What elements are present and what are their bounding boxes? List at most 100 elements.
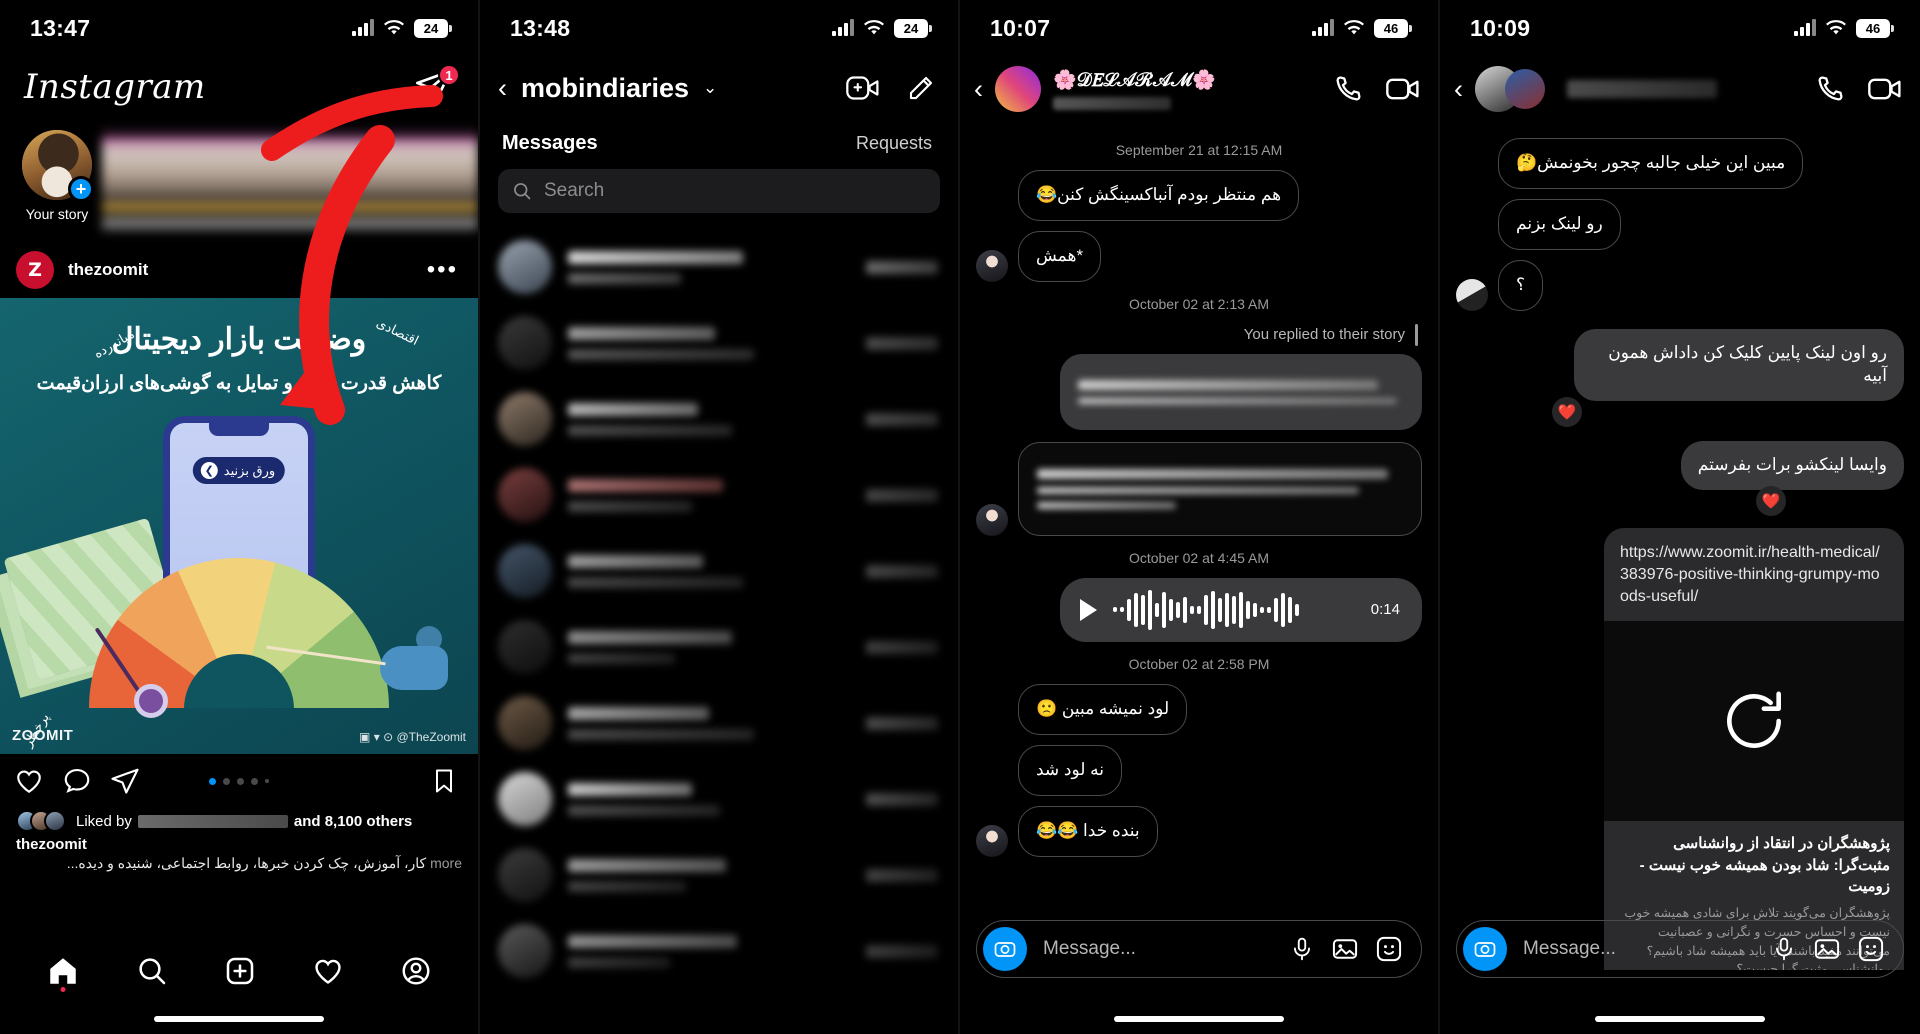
stories-tray[interactable]: + Your story: [0, 118, 478, 242]
list-item[interactable]: [480, 913, 958, 989]
play-icon[interactable]: [1080, 598, 1097, 621]
list-item[interactable]: [480, 457, 958, 533]
list-item[interactable]: [480, 229, 958, 305]
link-preview-card[interactable]: https://www.zoomit.ir/health-medical/383…: [1604, 527, 1904, 970]
tab-home[interactable]: [46, 954, 80, 992]
list-item[interactable]: [480, 381, 958, 457]
caption-more-link[interactable]: more: [430, 855, 462, 871]
new-message-icon[interactable]: [906, 73, 936, 103]
your-story[interactable]: + Your story: [14, 124, 100, 222]
stories-blurred-strip[interactable]: [102, 128, 478, 232]
chat-contact-name[interactable]: 🌸𝒟𝐸ℒ𝒜ℛ𝒜ℳ🌸: [1053, 70, 1216, 91]
instagram-header: Instagram 1: [0, 56, 478, 118]
message-bubble[interactable]: ؟: [1498, 259, 1544, 311]
message-reaction[interactable]: ❤️: [1756, 485, 1786, 516]
chat-message-list[interactable]: مبین این خیلی جالبه چجور بخونمش🤔 رو لینک…: [1440, 122, 1920, 970]
wifi-icon: [1825, 20, 1847, 36]
message-bubble-blurred[interactable]: [1018, 441, 1422, 536]
list-item[interactable]: [480, 533, 958, 609]
post-avatar[interactable]: Z: [16, 251, 54, 289]
back-button[interactable]: ‹: [974, 75, 983, 103]
phone-call-icon[interactable]: [1814, 73, 1846, 105]
phone-call-icon[interactable]: [1332, 73, 1364, 105]
group-avatars[interactable]: [1475, 66, 1545, 112]
message-bubble[interactable]: رو لینک بزنم: [1498, 198, 1621, 250]
message-bubble-blurred[interactable]: [1060, 353, 1422, 430]
activity-heart-icon[interactable]: [312, 955, 344, 987]
post-username[interactable]: thezoomit: [68, 260, 413, 280]
tab-messages[interactable]: Messages: [502, 132, 598, 155]
swipe-hint: ورق بزنید ❯: [192, 457, 286, 484]
message-bubble[interactable]: هم منتظر بودم آنباکسینگش کنن😂: [1018, 170, 1300, 221]
message-bubble[interactable]: وایسا لینکشو برات بفرستم: [1680, 440, 1904, 490]
list-item[interactable]: [480, 609, 958, 685]
microphone-icon[interactable]: [1289, 935, 1315, 963]
camera-icon[interactable]: [983, 927, 1027, 971]
sticker-icon[interactable]: [1375, 935, 1403, 963]
link-preview-image[interactable]: [1604, 620, 1904, 821]
avatar[interactable]: [995, 66, 1041, 112]
back-button[interactable]: ‹: [1454, 75, 1463, 103]
list-item[interactable]: [480, 305, 958, 381]
message-bubble[interactable]: لود نمیشه مبین 🙁: [1018, 683, 1188, 735]
share-paperplane-icon[interactable]: [110, 766, 140, 796]
back-button[interactable]: ‹: [498, 74, 507, 102]
video-room-icon[interactable]: [846, 73, 880, 103]
liked-by-row[interactable]: Liked by and 8,100 others: [0, 808, 478, 832]
message-composer[interactable]: Message...: [976, 920, 1422, 978]
wifi-icon: [863, 20, 885, 36]
dm-list-header: ‹ mobindiaries ⌄: [480, 56, 958, 120]
voice-message[interactable]: 0:14: [1060, 577, 1422, 642]
message-composer[interactable]: Message...: [1456, 920, 1904, 978]
direct-messages-button[interactable]: 1: [414, 64, 460, 108]
status-clock: 10:09: [1470, 14, 1531, 41]
like-heart-icon[interactable]: [14, 766, 44, 796]
bottom-tab-bar[interactable]: [0, 942, 478, 1000]
message-bubble[interactable]: *همش: [1018, 230, 1102, 282]
profile-icon[interactable]: [400, 955, 432, 987]
chat-message-list[interactable]: September 21 at 12:15 AM هم منتظر بودم آ…: [960, 122, 1438, 970]
redacted-username: [137, 814, 288, 828]
gallery-image-icon[interactable]: [1331, 935, 1359, 963]
conversation-list[interactable]: [480, 229, 958, 989]
story-thumbnail[interactable]: [1415, 323, 1418, 346]
list-item[interactable]: [480, 761, 958, 837]
sticker-icon[interactable]: [1857, 935, 1885, 963]
dm-account-name[interactable]: mobindiaries: [521, 73, 689, 104]
add-post-icon[interactable]: [224, 955, 256, 987]
liked-by-text: Liked by and 8,100 others: [76, 813, 412, 830]
caption-username[interactable]: thezoomit: [16, 836, 462, 853]
message-row: رو لینک بزنم: [1456, 198, 1904, 250]
comment-icon[interactable]: [62, 766, 92, 796]
list-item[interactable]: [480, 685, 958, 761]
message-reaction[interactable]: ❤️: [1552, 396, 1582, 427]
post-image[interactable]: وضعیت بازار دیجیتال کاهش قدرت خرید و تما…: [0, 298, 478, 754]
video-call-icon[interactable]: [1868, 74, 1902, 104]
chevron-down-icon[interactable]: ⌄: [703, 78, 717, 98]
refresh-icon[interactable]: [1717, 684, 1791, 758]
message-bubble[interactable]: بنده خدا 😂😂: [1018, 805, 1158, 857]
message-bubble[interactable]: رو اون لینک پایین کلیک کن داداش همون آبی…: [1574, 328, 1904, 401]
message-input-placeholder[interactable]: Message...: [1043, 938, 1273, 960]
message-input-placeholder[interactable]: Message...: [1523, 938, 1755, 960]
tab-requests[interactable]: Requests: [856, 133, 932, 154]
panel-chat-delaram: 10:07 46 ‹ 🌸𝒟𝐸ℒ𝒜ℛ𝒜ℳ🌸 September 21 at 12:…: [960, 0, 1440, 1034]
search-icon[interactable]: [136, 955, 168, 987]
zoomit-social-watermark: ▣ ▾ ⊙ @TheZoomit: [359, 730, 466, 744]
cellular-signal-icon: [1312, 19, 1334, 36]
list-item[interactable]: [480, 837, 958, 913]
bookmark-icon[interactable]: [430, 766, 458, 796]
message-bubble[interactable]: مبین این خیلی جالبه چجور بخونمش🤔: [1498, 138, 1804, 189]
search-input[interactable]: Search: [498, 169, 940, 213]
link-url[interactable]: https://www.zoomit.ir/health-medical/383…: [1604, 528, 1904, 621]
add-story-icon[interactable]: +: [68, 176, 94, 202]
microphone-icon[interactable]: [1771, 935, 1797, 963]
avatar: [976, 824, 1008, 857]
video-call-icon[interactable]: [1386, 74, 1420, 104]
post-options-button[interactable]: •••: [427, 258, 458, 282]
gallery-image-icon[interactable]: [1813, 935, 1841, 963]
home-icon: [50, 958, 76, 984]
camera-icon[interactable]: [1463, 927, 1507, 971]
message-bubble[interactable]: نه لود شد: [1018, 744, 1122, 796]
message-row: بنده خدا 😂😂: [976, 805, 1422, 857]
